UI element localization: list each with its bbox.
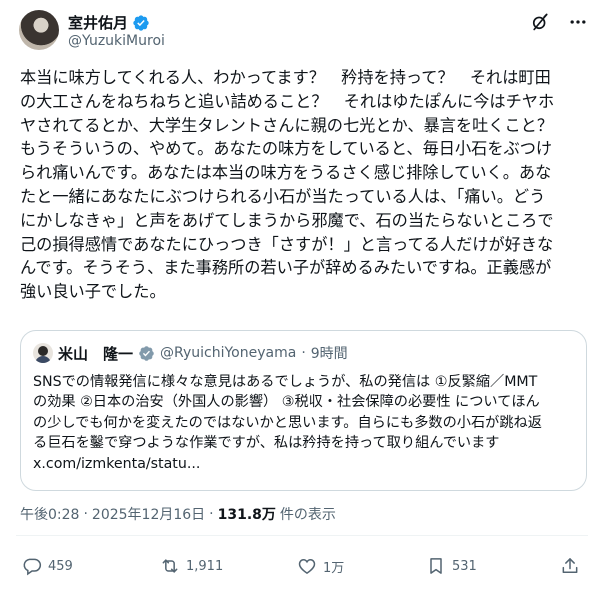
bookmark-icon xyxy=(430,558,442,574)
share-icon xyxy=(562,558,578,573)
like-count: 1万 xyxy=(323,560,345,576)
author-name-row: 室井佑月 xyxy=(68,12,150,33)
reply-button[interactable]: 459 xyxy=(22,556,73,576)
quoted-separator: · xyxy=(301,345,306,361)
retweet-count: 1,911 xyxy=(186,558,224,574)
quoted-tweet-header: 米山 隆一 @RyuichiYoneyama · 9時間 xyxy=(33,342,574,364)
share-button[interactable] xyxy=(560,556,580,576)
avatar[interactable] xyxy=(19,10,59,50)
quoted-avatar xyxy=(33,343,53,363)
meta-separator: · xyxy=(209,506,214,522)
action-bar: 459 1,911 1万 531 xyxy=(20,556,584,578)
quoted-handle: @RyuichiYoneyama xyxy=(160,345,297,361)
meta-separator: · xyxy=(83,506,88,522)
retweet-button[interactable]: 1,911 xyxy=(160,556,223,576)
reply-icon xyxy=(23,558,42,576)
view-count: 131.8万 xyxy=(217,507,276,523)
retweet-icon xyxy=(162,559,178,573)
tweet-meta: 午後0:28 · 2025年12月16日 · 131.8万 件の表示 xyxy=(20,504,336,524)
more-icon[interactable] xyxy=(568,12,588,32)
post-date[interactable]: 2025年12月16日 xyxy=(92,504,205,524)
header-actions xyxy=(530,12,588,32)
quoted-timestamp: 9時間 xyxy=(310,346,348,362)
divider xyxy=(16,535,588,536)
like-button[interactable]: 1万 xyxy=(297,556,344,576)
quoted-display-name: 米山 隆一 xyxy=(58,344,134,363)
bookmark-button[interactable]: 531 xyxy=(426,556,477,576)
tweet-text: 本当に味方してくれる人、わかってます？ 矜持を持って？ それは町田 の大工さんを… xyxy=(20,68,555,302)
quoted-text: SNSでの情報発信に様々な意見はあるでしょうが、私の発信は ①反緊縮／MMT の… xyxy=(33,374,542,472)
quoted-verified-badge-icon xyxy=(139,345,154,361)
verified-badge-icon xyxy=(133,14,149,31)
author-display-name[interactable]: 室井佑月 xyxy=(68,12,128,33)
reply-count: 459 xyxy=(48,558,73,574)
view-count-label: 件の表示 xyxy=(279,507,336,523)
author-handle[interactable]: @YuzukiMuroi xyxy=(68,33,165,49)
grok-icon[interactable] xyxy=(530,12,550,32)
post-time[interactable]: 午後0:28 xyxy=(20,504,79,524)
tweet-header: 室井佑月 @YuzukiMuroi xyxy=(16,10,588,54)
quoted-tweet[interactable]: 米山 隆一 @RyuichiYoneyama · 9時間 SNSでの情報発信に様… xyxy=(20,330,587,491)
heart-icon xyxy=(298,558,316,574)
bookmark-count: 531 xyxy=(452,558,477,574)
